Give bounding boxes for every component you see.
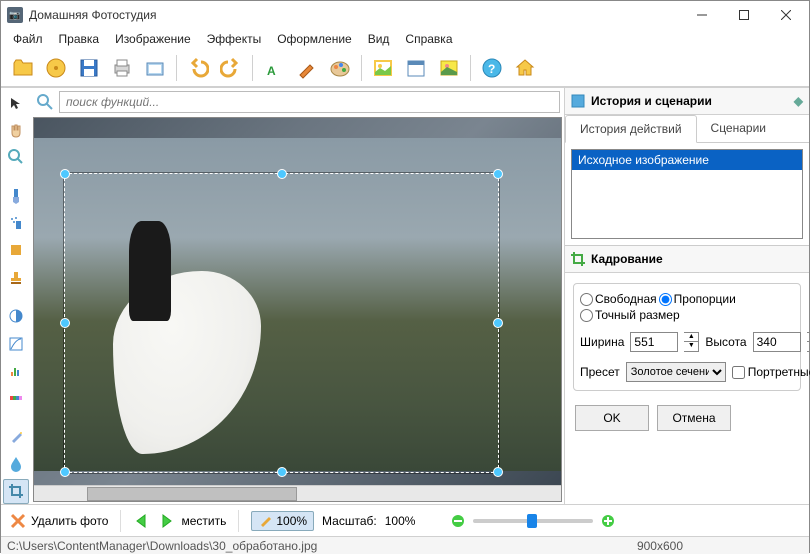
cancel-button[interactable]: Отмена [657, 405, 731, 431]
print-button[interactable] [106, 52, 138, 84]
crop-handle-bc[interactable] [277, 467, 287, 477]
scale-label: Масштаб: [322, 514, 377, 528]
svg-text:?: ? [488, 62, 495, 76]
brush-tool[interactable] [3, 183, 29, 208]
maximize-button[interactable] [723, 1, 765, 29]
crop-rectangle[interactable] [64, 173, 499, 473]
height-label: Высота [705, 335, 746, 349]
left-toolbar [1, 87, 31, 504]
menu-view[interactable]: Вид [360, 30, 398, 48]
crop-handle-tr[interactable] [493, 169, 503, 179]
main-toolbar: A ? [1, 49, 809, 87]
menu-effects[interactable]: Эффекты [199, 30, 270, 48]
history-list[interactable]: Исходное изображение [571, 149, 803, 239]
menu-design[interactable]: Оформление [269, 30, 359, 48]
contrast-tool[interactable] [3, 304, 29, 329]
right-panel: История и сценарии ◆ История действий Сц… [564, 87, 809, 504]
close-button[interactable] [765, 1, 807, 29]
drop-tool[interactable] [3, 452, 29, 477]
portrait-checkbox[interactable]: Портретные [732, 365, 810, 379]
panel-icon [571, 94, 585, 108]
bottom-bar: Удалить фото местить 100% Масштаб: 100% [1, 504, 809, 536]
help-button[interactable]: ? [476, 52, 508, 84]
levels-tool[interactable] [3, 358, 29, 383]
zoom-in-button[interactable] [601, 514, 615, 528]
menubar: Файл Правка Изображение Эффекты Оформлен… [1, 29, 809, 49]
hand-tool[interactable] [3, 117, 29, 142]
history-item[interactable]: Исходное изображение [572, 150, 802, 170]
spray-tool[interactable] [3, 211, 29, 236]
search-input[interactable] [59, 91, 560, 113]
status-dims: 900x600 [637, 539, 683, 553]
menu-help[interactable]: Справка [397, 30, 460, 48]
tab-scenarios[interactable]: Сценарии [697, 115, 780, 142]
crop-handle-mr[interactable] [493, 318, 503, 328]
width-label: Ширина [580, 335, 624, 349]
home-button[interactable] [509, 52, 541, 84]
hue-tool[interactable] [3, 385, 29, 410]
next-button[interactable] [157, 513, 177, 529]
search-icon [35, 93, 55, 111]
svg-text:A: A [267, 64, 276, 78]
pointer-tool[interactable] [3, 90, 29, 115]
radio-proportions[interactable]: Пропорции [659, 292, 736, 306]
crop-handle-br[interactable] [493, 467, 503, 477]
history-panel-title: История и сценарии [591, 94, 712, 108]
zoom-out-button[interactable] [451, 514, 465, 528]
save-button[interactable] [73, 52, 105, 84]
palette-button[interactable] [324, 52, 356, 84]
delete-photo-button[interactable]: Удалить фото [9, 512, 108, 530]
zoom-slider[interactable] [473, 519, 593, 523]
image2-button[interactable] [433, 52, 465, 84]
ok-button[interactable]: OK [575, 405, 649, 431]
catalog-button[interactable] [40, 52, 72, 84]
menu-image[interactable]: Изображение [107, 30, 199, 48]
curves-tool[interactable] [3, 331, 29, 356]
calendar-button[interactable] [400, 52, 432, 84]
minimize-button[interactable] [681, 1, 723, 29]
scale-value: 100% [385, 514, 416, 528]
width-input[interactable] [630, 332, 678, 352]
fit-button[interactable]: 100% [251, 511, 314, 531]
app-icon: 📷 [7, 7, 23, 23]
text-button[interactable]: A [258, 52, 290, 84]
canvas-scrollbar-h[interactable] [34, 485, 561, 501]
status-path: C:\Users\ContentManager\Downloads\30_обр… [7, 539, 317, 553]
preset-label: Пресет [580, 365, 620, 379]
radio-free[interactable]: Свободная [580, 292, 657, 306]
height-input[interactable] [753, 332, 801, 352]
crop-handle-tl[interactable] [60, 169, 70, 179]
move-label: местить [181, 514, 226, 528]
zoom-tool[interactable] [3, 144, 29, 169]
radio-exact[interactable]: Точный размер [580, 308, 680, 322]
crop-tool[interactable] [3, 479, 29, 504]
open-button[interactable] [7, 52, 39, 84]
magic-tool[interactable] [3, 424, 29, 449]
titlebar: 📷 Домашняя Фотостудия [1, 1, 809, 29]
crop-panel-title: Кадрование [591, 252, 663, 266]
height-spinner[interactable]: ▲▼ [807, 332, 810, 352]
tab-history[interactable]: История действий [565, 115, 697, 143]
canvas[interactable] [33, 117, 562, 502]
app-title: Домашняя Фотостудия [29, 8, 681, 22]
scan-button[interactable] [139, 52, 171, 84]
status-bar: C:\Users\ContentManager\Downloads\30_обр… [1, 536, 809, 554]
stamp-tool[interactable] [3, 265, 29, 290]
shape-tool[interactable] [3, 238, 29, 263]
history-tabs: История действий Сценарии [565, 115, 809, 143]
pin-icon[interactable]: ◆ [794, 94, 803, 108]
image1-button[interactable] [367, 52, 399, 84]
preset-select[interactable]: Золотое сечение [626, 362, 726, 382]
undo-button[interactable] [182, 52, 214, 84]
crop-handle-ml[interactable] [60, 318, 70, 328]
width-spinner[interactable]: ▲▼ [684, 332, 699, 352]
crop-handle-bl[interactable] [60, 467, 70, 477]
draw-button[interactable] [291, 52, 323, 84]
prev-button[interactable] [133, 513, 153, 529]
crop-icon [571, 252, 585, 266]
crop-handle-tc[interactable] [277, 169, 287, 179]
menu-file[interactable]: Файл [5, 30, 51, 48]
redo-button[interactable] [215, 52, 247, 84]
menu-edit[interactable]: Правка [51, 30, 108, 48]
